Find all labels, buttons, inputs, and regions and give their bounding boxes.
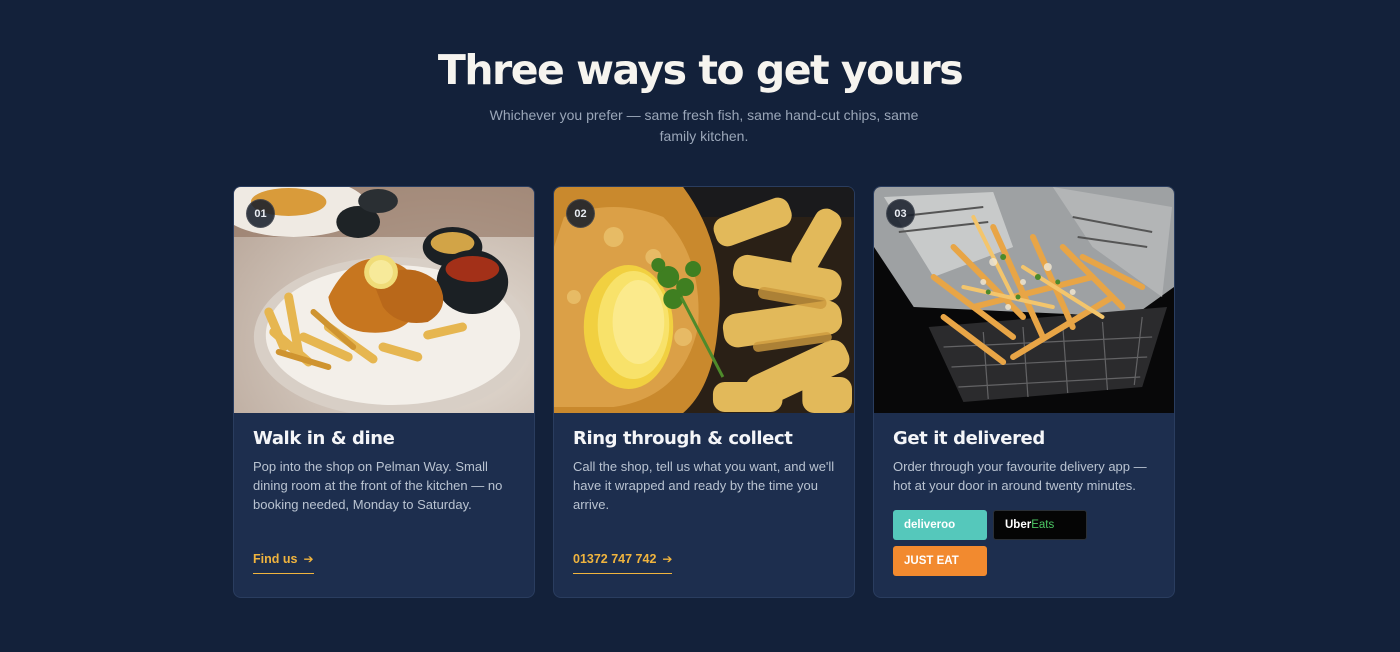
step-number-badge: 01 (246, 199, 275, 228)
eats-label: Eats (1031, 519, 1055, 531)
step-number-badge: 02 (566, 199, 595, 228)
section-title: Three ways to get yours (437, 46, 964, 94)
phone-number-link[interactable]: 01372 747 742 ➔ (573, 552, 673, 574)
card-description: Order through your favourite delivery ap… (893, 459, 1147, 493)
card-title: Walk in & dine (253, 428, 395, 449)
uber-eats-button[interactable]: Uber Eats (993, 510, 1087, 540)
fish-and-chips-plate-photo: 01 (234, 187, 534, 413)
card-description: Call the shop, tell us what you want, an… (573, 459, 835, 512)
just-eat-button[interactable]: JUST EAT (893, 546, 987, 576)
card-walk-in: 01 Walk in & dine Pop into the shop on P… (233, 186, 535, 598)
card-delivered: 03 Get it delivered Order through your f… (873, 186, 1175, 598)
deliveroo-button[interactable]: deliveroo (893, 510, 987, 540)
arrow-right-icon: ➔ (303, 552, 314, 566)
card-title: Ring through & collect (573, 428, 793, 449)
uber-label: Uber (1005, 519, 1032, 531)
step-number-badge: 03 (886, 199, 915, 228)
find-us-label: Find us (253, 552, 298, 566)
arrow-right-icon: ➔ (662, 552, 673, 566)
phone-number-label: 01372 747 742 (573, 552, 657, 566)
chips-basket-newspaper-photo: 03 (874, 187, 1174, 413)
find-us-link[interactable]: Find us ➔ (253, 552, 314, 574)
card-description: Pop into the shop on Pelman Way. Small d… (253, 459, 503, 512)
card-collect: 02 Ring through & collect Call the shop,… (553, 186, 855, 598)
section-subtitle: Whichever you prefer — same fresh fish, … (489, 107, 919, 144)
battered-fish-lemon-chips-photo: 02 (554, 187, 854, 413)
card-title: Get it delivered (893, 428, 1045, 449)
